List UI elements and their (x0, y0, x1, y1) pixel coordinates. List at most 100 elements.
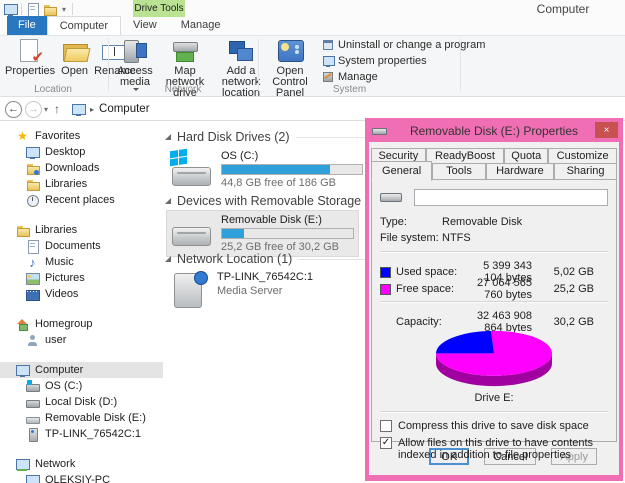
free-space-bytes: 27 064 565 760 bytes (468, 277, 532, 301)
volume-label-input[interactable] (414, 189, 608, 206)
disk-drive-icon (26, 396, 39, 409)
properties-icon: ✔ (17, 39, 43, 63)
network-item-tp-link[interactable]: TP-LINK_76542C:1 Media Server (167, 268, 362, 312)
sidebar-section-computer[interactable]: Computer (0, 362, 163, 378)
divider (21, 3, 22, 15)
drive-name: OS (C:) (221, 150, 363, 162)
check-glyph-icon: ✔ (31, 50, 44, 65)
type-value: Removable Disk (442, 216, 522, 228)
system-group-label: System (262, 84, 437, 96)
windows-flag-icon (170, 149, 187, 166)
downloads-icon (26, 162, 39, 175)
libraries-icon (16, 224, 29, 237)
group-collapse-icon[interactable] (165, 198, 171, 204)
checkbox-checked[interactable]: ✓ (380, 437, 392, 449)
sidebar-item-tp-link[interactable]: TP-LINK_76542C:1 (0, 426, 163, 442)
network-group-label: Network (110, 84, 256, 96)
capacity-bar (221, 164, 363, 175)
tab-general[interactable]: General (371, 161, 432, 181)
group-divider (460, 39, 461, 91)
forward-button[interactable]: → (25, 101, 42, 118)
group-divider (108, 39, 109, 91)
sidebar-item-desktop[interactable]: Desktop (0, 144, 163, 160)
tab-computer[interactable]: Computer (47, 16, 121, 35)
sidebar-item-recent-places[interactable]: Recent places (0, 192, 163, 208)
drive-name: Removable Disk (E:) (221, 214, 354, 226)
drive-item-removable-e[interactable]: Removable Disk (E:) 25,2 GB free of 30,2… (166, 210, 359, 257)
back-button[interactable]: ← (5, 101, 22, 118)
group-collapse-icon[interactable] (165, 134, 171, 140)
sidebar-item-videos[interactable]: Videos (0, 286, 163, 302)
tab-file[interactable]: File (7, 16, 47, 35)
os-drive-icon (26, 380, 39, 393)
tab-hardware[interactable]: Hardware (486, 163, 554, 180)
properties-qat-icon[interactable] (26, 3, 39, 16)
separator (380, 301, 608, 303)
removable-drive-icon (170, 214, 214, 246)
tab-tools[interactable]: Tools (432, 163, 486, 180)
used-space-size: 5,02 GB (532, 266, 594, 278)
homegroup-icon (16, 318, 29, 331)
sidebar-section-network[interactable]: Network (0, 456, 163, 472)
free-space-swatch (380, 284, 391, 295)
properties-button[interactable]: ✔ Properties (2, 38, 58, 78)
tab-manage[interactable]: Manage (169, 16, 233, 35)
device-type: Media Server (217, 285, 359, 297)
usage-pie-chart: Drive E: (378, 329, 610, 404)
sidebar-item-local-disk-d[interactable]: Local Disk (D:) (0, 394, 163, 410)
sidebar-item-pictures[interactable]: Pictures (0, 270, 163, 286)
up-button[interactable]: ↑ (54, 102, 60, 116)
close-button[interactable]: × (595, 122, 618, 138)
location-group-label: Location (0, 84, 106, 96)
used-space-row: Used space: 5 399 343 104 bytes 5,02 GB (378, 260, 610, 277)
sidebar-item-user[interactable]: user (0, 332, 163, 348)
qat-customize-caret-icon[interactable]: ▾ (62, 5, 66, 14)
sidebar-item-downloads[interactable]: Downloads (0, 160, 163, 176)
explorer-window: ▾ Drive Tools Computer File Computer Vie… (0, 0, 625, 483)
recent-locations-caret-icon[interactable]: ▾ (44, 105, 48, 114)
tab-sharing[interactable]: Sharing (554, 163, 617, 180)
sidebar-section-libraries[interactable]: Libraries (0, 222, 163, 238)
manage-icon (322, 71, 334, 83)
drive-item-os-c[interactable]: OS (C:) 44,8 GB free of 186 GB (167, 147, 366, 192)
checkbox-unchecked[interactable] (380, 420, 392, 432)
free-space-size: 25,2 GB (532, 283, 594, 295)
sidebar-section-favorites[interactable]: ★ Favorites (0, 128, 163, 144)
dialog-title-bar[interactable]: Removable Disk (E:) Properties × (369, 122, 619, 142)
sidebar-item-os-c[interactable]: OS (C:) (0, 378, 163, 394)
ribbon: ✔ Properties Open Rename Access media Ma… (0, 36, 625, 97)
documents-icon (26, 240, 39, 253)
pc-icon (26, 474, 39, 483)
desktop-icon (26, 146, 39, 159)
capacity-row: Capacity: 32 463 908 864 bytes 30,2 GB (378, 310, 610, 327)
sidebar-item-documents[interactable]: Documents (0, 238, 163, 254)
tab-view[interactable]: View (121, 16, 169, 35)
computer-icon (4, 3, 17, 16)
index-checkbox-label: Allow files on this drive to have conten… (398, 437, 608, 461)
group-collapse-icon[interactable] (165, 256, 171, 262)
sidebar-item-oleksiy-pc[interactable]: OLEKSIY-PC (0, 472, 163, 483)
used-space-swatch (380, 267, 391, 278)
type-label: Type: (380, 216, 442, 228)
index-checkbox-row[interactable]: ✓ Allow files on this drive to have cont… (380, 437, 608, 461)
open-folder-icon (62, 39, 88, 63)
folder-qat-icon[interactable] (43, 3, 56, 16)
computer-icon (16, 364, 29, 377)
sidebar-item-music[interactable]: ♪ Music (0, 254, 163, 270)
capacity-size: 30,2 GB (532, 316, 594, 328)
pie-svg (428, 329, 560, 387)
compress-checkbox-row[interactable]: Compress this drive to save disk space (380, 420, 608, 432)
dialog-body: Security ReadyBoost Quota Customize Gene… (369, 142, 619, 472)
free-space-label: Free space: (396, 283, 468, 295)
breadcrumb[interactable]: ▸ Computer (72, 103, 150, 116)
breadcrumb-location: Computer (99, 103, 150, 115)
open-button[interactable]: Open (58, 38, 91, 78)
sidebar-item-removable-disk-e[interactable]: Removable Disk (E:) (0, 410, 163, 426)
videos-icon (26, 288, 39, 301)
general-tab-panel: Type: Removable Disk File system: NTFS U… (371, 179, 617, 442)
access-media-icon (122, 39, 148, 63)
folder-icon (26, 178, 39, 191)
sidebar-item-libraries[interactable]: Libraries (0, 176, 163, 192)
window-title: Computer (508, 2, 618, 16)
sidebar-section-homegroup[interactable]: Homegroup (0, 316, 163, 332)
